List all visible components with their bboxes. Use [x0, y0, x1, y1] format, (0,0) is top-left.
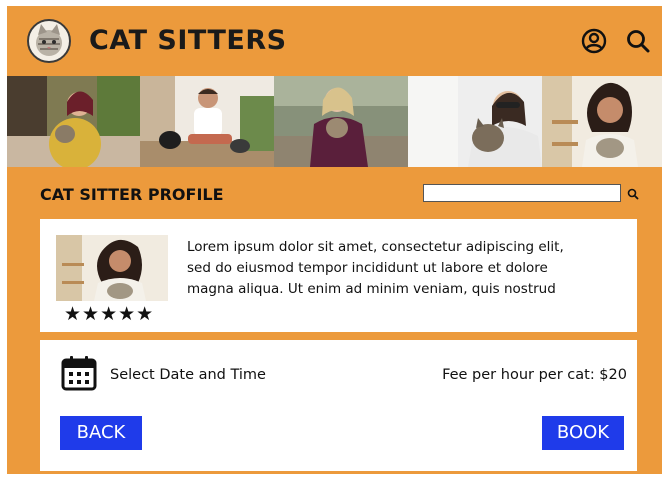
- book-button[interactable]: BOOK: [542, 416, 624, 450]
- search-icon[interactable]: [625, 28, 651, 54]
- sitter-bio: Lorem ipsum dolor sit amet, consectetur …: [187, 237, 607, 300]
- cat-logo-icon[interactable]: [27, 19, 71, 63]
- bio-line: sed do eiusmod tempor incididunt ut labo…: [187, 260, 548, 276]
- avatar: [56, 235, 168, 301]
- photo-banner: [7, 76, 662, 167]
- section-title: CAT SITTER PROFILE: [40, 185, 224, 204]
- rating-stars: ★★★★★: [64, 303, 155, 325]
- bio-line: Lorem ipsum dolor sit amet, consectetur …: [187, 239, 564, 255]
- woman-smiling-with-cat-photo: [542, 76, 662, 167]
- man-sitting-with-cats-photo: [140, 76, 274, 167]
- profile-search-input[interactable]: [423, 184, 621, 202]
- woman-kissing-cat-photo: [408, 76, 542, 167]
- brand-title: CAT SITTERS: [89, 25, 287, 56]
- user-circle-icon[interactable]: [581, 28, 607, 54]
- booking-card: Select Date and Time Fee per hour per ca…: [40, 340, 637, 471]
- bio-line: magna aliqua. Ut enim ad minim veniam, q…: [187, 281, 556, 297]
- profile-search-icon[interactable]: [626, 186, 640, 200]
- woman-hugging-cat-photo: [274, 76, 408, 167]
- fee-label: Fee per hour per cat: $20: [442, 367, 627, 383]
- select-date-time-link[interactable]: Select Date and Time: [110, 367, 266, 383]
- back-button[interactable]: BACK: [60, 416, 142, 450]
- header: CAT SITTERS: [7, 6, 662, 74]
- woman-holding-cat-photo: [7, 76, 140, 167]
- profile-card: ★★★★★ Lorem ipsum dolor sit amet, consec…: [40, 219, 637, 332]
- app-window: CAT SITTERS CAT SITTER PROFILE ★★★★★ Lor…: [7, 6, 662, 474]
- calendar-icon[interactable]: [60, 353, 98, 391]
